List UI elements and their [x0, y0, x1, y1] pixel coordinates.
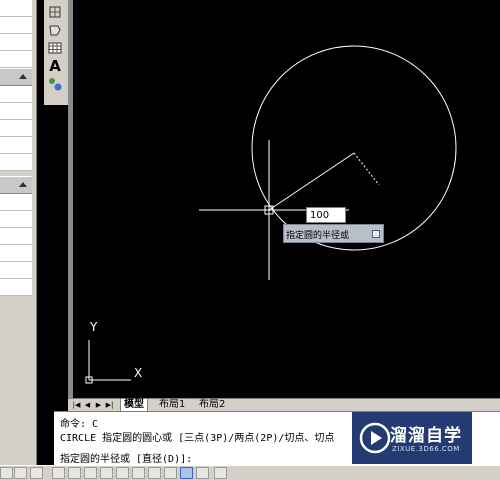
status-bar	[0, 465, 500, 480]
property-field[interactable]	[0, 245, 32, 262]
collapse-icon	[19, 74, 27, 79]
next-tab-icon[interactable]: ▶	[94, 400, 103, 410]
property-field[interactable]	[0, 103, 32, 120]
object-snap-tracking-icon[interactable]	[100, 467, 113, 479]
property-field[interactable]	[0, 17, 32, 34]
polar-tracking-icon[interactable]	[52, 467, 65, 479]
properties-palette	[0, 0, 37, 465]
tab-layout2[interactable]: 布局2	[196, 399, 228, 411]
command-history-line: CIRCLE 指定圆的圆心或 [三点(3P)/两点(2P)/切点、切点	[60, 433, 335, 444]
dynamic-input-icon[interactable]	[132, 467, 145, 479]
property-field[interactable]	[0, 51, 32, 68]
crosshair-icon[interactable]	[164, 467, 177, 479]
ucs-y-label: Y	[90, 320, 98, 334]
selection-cycling-icon[interactable]	[214, 467, 227, 479]
property-field[interactable]	[0, 279, 32, 296]
command-prompt[interactable]: 指定圆的半径或 [直径(D)]:	[60, 450, 192, 465]
dimension-extension-line	[353, 152, 380, 186]
watermark-url: ZIXUE.3D66.COM	[392, 445, 460, 453]
property-field[interactable]	[0, 228, 32, 245]
property-field[interactable]	[0, 86, 32, 103]
prev-tab-icon[interactable]: ◀	[83, 400, 92, 410]
table-icon[interactable]	[47, 40, 63, 56]
layout-tab-bar: |◀ ◀ ▶ ▶| 模型 布局1 布局2	[68, 398, 500, 412]
radius-rubberband-line	[268, 152, 355, 211]
tab-model[interactable]: 模型	[120, 399, 148, 411]
watermark-brand: 溜溜自学	[390, 426, 462, 446]
site-watermark: 溜溜自学 ZIXUE.3D66.COM	[352, 412, 472, 464]
play-logo-icon	[359, 422, 391, 454]
add-selected-icon[interactable]	[47, 76, 63, 92]
first-tab-icon[interactable]: |◀	[72, 400, 81, 410]
draw-toolbar: A	[44, 0, 69, 105]
property-field[interactable]	[0, 211, 32, 228]
dynamic-ucs-icon[interactable]	[116, 467, 129, 479]
ucs-x-label: X	[134, 366, 143, 380]
dynamic-prompt-tooltip: 指定圆的半径或	[283, 224, 384, 243]
property-field[interactable]	[0, 137, 32, 154]
ortho-mode-icon[interactable]	[30, 467, 43, 479]
radius-dynamic-input[interactable]: 100	[306, 207, 346, 223]
property-field[interactable]	[0, 120, 32, 137]
transparency-icon[interactable]	[180, 467, 193, 479]
dynamic-prompt-text: 指定圆的半径或	[286, 231, 350, 241]
property-section-header[interactable]	[0, 176, 32, 194]
tab-layout1[interactable]: 布局1	[156, 399, 188, 411]
circle-entity	[251, 45, 457, 251]
collapse-icon	[19, 182, 27, 187]
property-field[interactable]	[0, 154, 32, 171]
block-insert-icon[interactable]	[47, 4, 63, 20]
last-tab-icon[interactable]: ▶|	[105, 400, 114, 410]
snap-mode-icon[interactable]	[0, 467, 13, 479]
property-field[interactable]	[0, 262, 32, 279]
command-history-line: 命令: C	[60, 419, 99, 430]
options-down-arrow-icon[interactable]	[372, 230, 380, 238]
property-field[interactable]	[0, 34, 32, 51]
grid-display-icon[interactable]	[14, 467, 27, 479]
region-icon[interactable]	[47, 22, 63, 38]
drawing-area[interactable]: Y X 100 指定圆的半径或	[73, 0, 500, 398]
3d-osnap-icon[interactable]	[84, 467, 97, 479]
lineweight-icon[interactable]	[148, 467, 161, 479]
quick-properties-icon[interactable]	[196, 467, 209, 479]
property-field[interactable]	[0, 0, 32, 17]
property-field[interactable]	[0, 194, 32, 211]
object-snap-icon[interactable]	[68, 467, 81, 479]
multiline-text-icon[interactable]: A	[47, 58, 63, 74]
property-section-header[interactable]	[0, 68, 32, 86]
